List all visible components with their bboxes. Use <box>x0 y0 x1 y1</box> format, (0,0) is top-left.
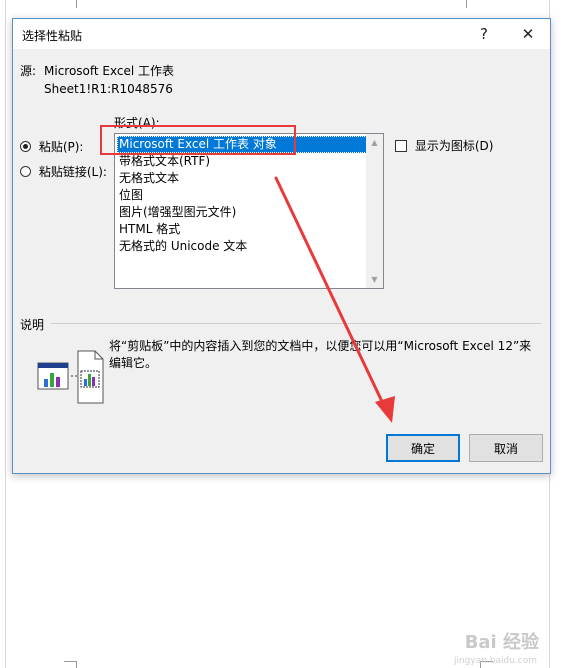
annotation-arrow-icon <box>274 176 395 423</box>
baidu-watermark-url: jingyan.baidu.com <box>453 656 537 666</box>
baidu-watermark: Bai 经验 <box>464 632 539 653</box>
